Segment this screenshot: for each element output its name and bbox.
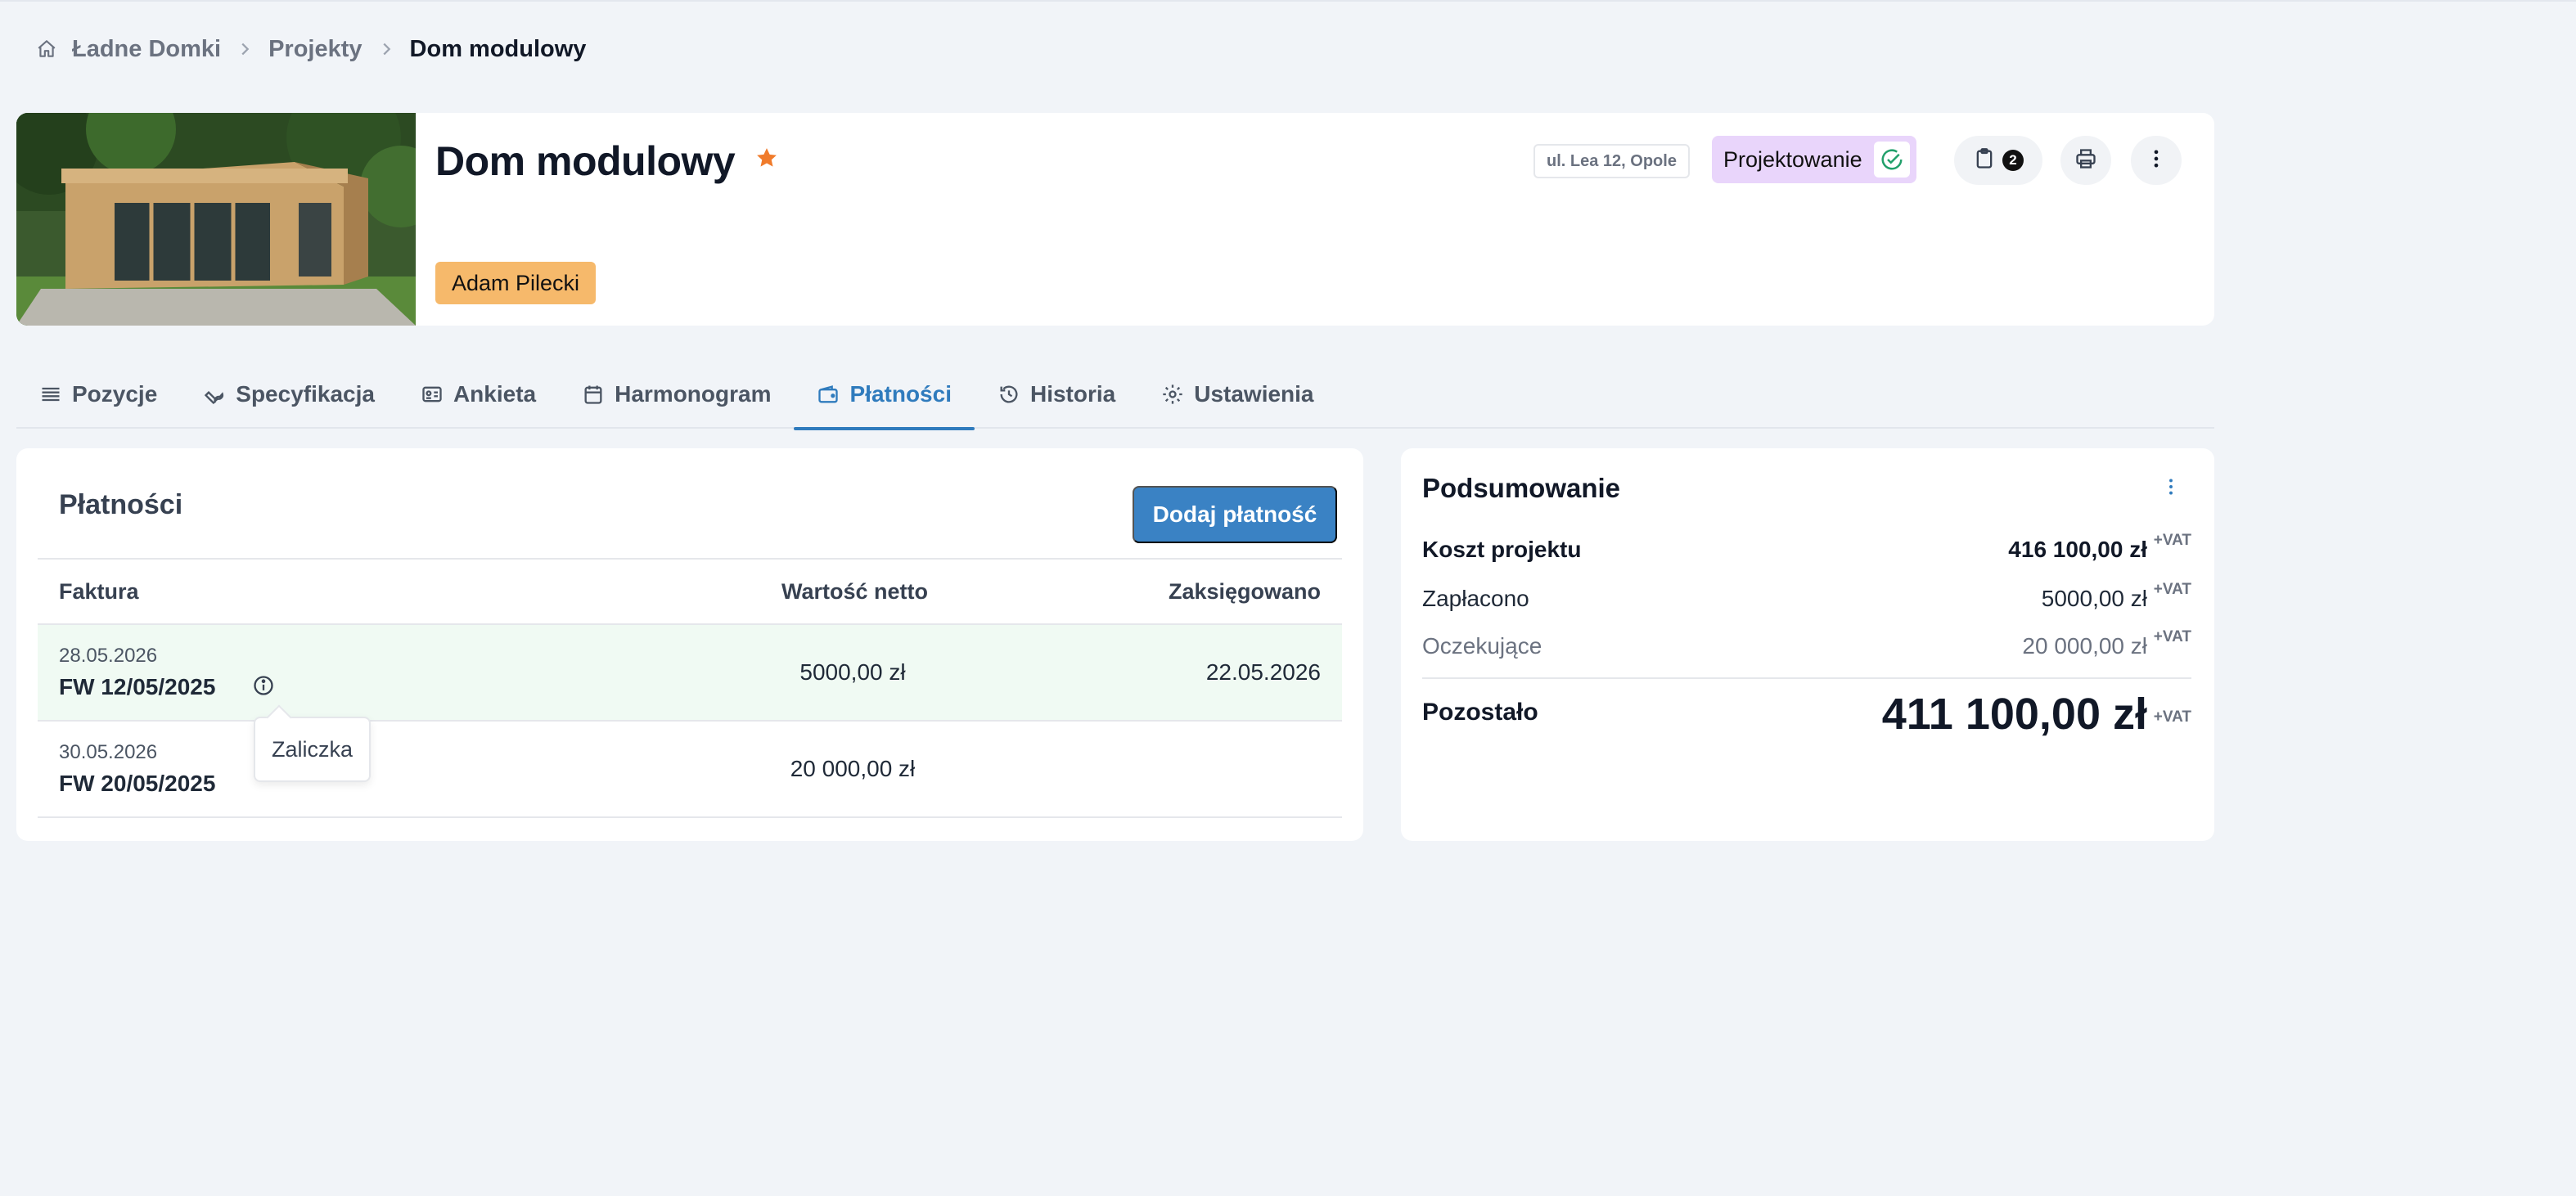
summary-label: Zapłacono xyxy=(1422,586,1529,611)
tab-label: Płatności xyxy=(849,381,952,407)
project-header: Dom modulowy Adam Pilecki ul. Lea 12, Op… xyxy=(16,113,2214,326)
vat-suffix: +VAT xyxy=(2153,532,2191,549)
tab-label: Harmonogram xyxy=(615,381,772,407)
summary-title: Podsumowanie xyxy=(1422,473,1621,503)
summary-panel: Podsumowanie Koszt projektu 416 100,00 z… xyxy=(1401,448,2214,841)
table-row[interactable]: 30.05.2026 FW 20/05/2025 20 000,00 zł xyxy=(38,722,1342,818)
summary-label: Koszt projektu xyxy=(1422,537,1582,562)
payments-panel: Płatności Dodaj płatność Faktura Wartość… xyxy=(16,448,1363,841)
net-value: 20 000,00 zł xyxy=(790,756,916,781)
invoice-number: FW 20/05/2025 xyxy=(59,771,216,796)
chevron-right-icon xyxy=(236,40,254,58)
column-header-invoice[interactable]: Faktura xyxy=(59,579,139,605)
invoice-number: FW 12/05/2025 xyxy=(59,674,216,699)
address-tag: ul. Lea 12, Opole xyxy=(1533,144,1690,178)
printer-icon xyxy=(2074,147,2097,174)
tab-historia[interactable]: Historia xyxy=(975,360,1138,429)
tab-ustawienia[interactable]: Ustawienia xyxy=(1138,360,1336,429)
tab-label: Historia xyxy=(1029,381,1116,407)
column-header-net-value[interactable]: Wartość netto xyxy=(781,579,928,605)
tab-label: Ustawienia xyxy=(1194,381,1314,407)
breadcrumb-link-projects[interactable]: Projekty xyxy=(268,36,362,63)
booked-date: 22.05.2026 xyxy=(1205,659,1321,685)
info-icon[interactable] xyxy=(252,674,275,701)
summary-row-project-cost: Koszt projektu 416 100,00 zł +VAT xyxy=(1422,532,2191,568)
list-icon xyxy=(39,383,62,406)
wallet-icon xyxy=(817,383,840,406)
add-payment-button[interactable]: Dodaj płatność xyxy=(1133,486,1337,543)
history-icon xyxy=(998,383,1020,406)
project-tabs: Pozycje Specyfikacja Ankieta Harmonogram… xyxy=(16,360,2214,430)
net-value: 5000,00 zł xyxy=(799,659,906,685)
column-header-booked[interactable]: Zaksięgowano xyxy=(1169,579,1321,605)
star-icon[interactable] xyxy=(754,146,779,174)
status-dropdown[interactable]: Projektowanie xyxy=(1712,136,1916,183)
wrench-icon xyxy=(203,383,226,406)
remaining-value: 411 100,00 zł xyxy=(1881,690,2147,739)
payments-title: Płatności xyxy=(59,489,183,520)
payments-table: Faktura Wartość netto Zaksięgowano 28.05… xyxy=(38,558,1342,818)
breadcrumb-current: Dom modulowy xyxy=(409,35,587,62)
gear-icon xyxy=(1161,383,1184,406)
summary-value: 416 100,00 zł xyxy=(2008,537,2147,562)
check-circle-icon xyxy=(1873,142,1910,178)
tab-label: Pozycje xyxy=(72,381,158,407)
status-label: Projektowanie xyxy=(1723,146,1862,172)
vat-suffix: +VAT xyxy=(2153,708,2191,726)
owner-tag[interactable]: Adam Pilecki xyxy=(435,262,597,304)
table-row[interactable]: 28.05.2026 FW 12/05/2025 5000,00 zł 22.0… xyxy=(38,625,1342,782)
vat-suffix: +VAT xyxy=(2153,628,2191,645)
clipboard-icon xyxy=(1973,147,1996,174)
tab-ankieta[interactable]: Ankieta xyxy=(398,360,559,429)
divider xyxy=(1422,677,2191,679)
table-header: Faktura Wartość netto Zaksięgowano xyxy=(38,558,1342,625)
summary-value: 5000,00 zł xyxy=(2041,586,2147,611)
tab-platnosci[interactable]: Płatności xyxy=(794,360,975,430)
home-icon[interactable] xyxy=(36,38,57,60)
info-tooltip: Zaliczka xyxy=(254,717,372,782)
breadcrumb-link-company[interactable]: Ładne Domki xyxy=(72,36,221,63)
kebab-menu-icon xyxy=(2145,147,2168,174)
tab-pozycje[interactable]: Pozycje xyxy=(16,360,180,429)
remaining-label: Pozostało xyxy=(1422,699,1538,726)
tab-label: Ankieta xyxy=(453,381,537,407)
tab-label: Specyfikacja xyxy=(236,381,375,407)
top-border xyxy=(0,0,2576,2)
vat-suffix: +VAT xyxy=(2153,581,2191,598)
notes-button[interactable]: 2 xyxy=(1954,136,2042,185)
tab-specyfikacja[interactable]: Specyfikacja xyxy=(180,360,398,429)
summary-row-paid: Zapłacono 5000,00 zł +VAT xyxy=(1422,581,2191,617)
summary-label: Oczekujące xyxy=(1422,633,1542,659)
kebab-menu-icon[interactable] xyxy=(2160,476,2182,501)
project-thumbnail xyxy=(16,113,416,326)
notes-count-badge: 2 xyxy=(2002,150,2024,171)
id-card-icon xyxy=(421,383,444,406)
print-button[interactable] xyxy=(2060,136,2111,185)
summary-value: 20 000,00 zł xyxy=(2022,633,2147,659)
invoice-date: 28.05.2026 xyxy=(59,645,158,667)
more-options-button[interactable] xyxy=(2131,136,2182,185)
summary-row-pending: Oczekujące 20 000,00 zł +VAT xyxy=(1422,628,2191,664)
invoice-date: 30.05.2026 xyxy=(59,741,158,763)
breadcrumb: Ładne Domki Projekty Dom modulowy xyxy=(36,31,586,67)
tab-harmonogram[interactable]: Harmonogram xyxy=(559,360,794,429)
chevron-right-icon xyxy=(377,40,395,58)
calendar-icon xyxy=(582,383,605,406)
project-title: Dom modulowy xyxy=(435,138,736,184)
